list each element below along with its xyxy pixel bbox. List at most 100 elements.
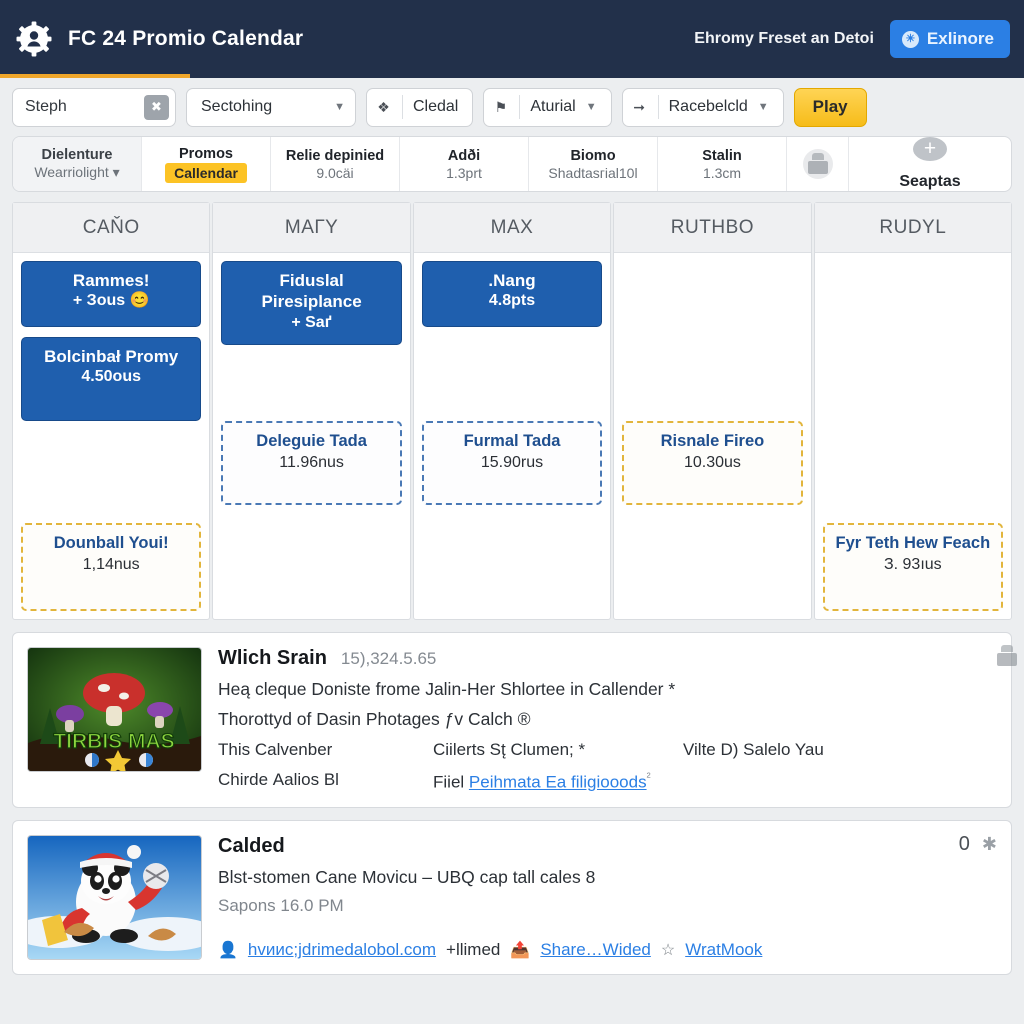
- calendar-column-header: MAX: [413, 203, 611, 253]
- divider: [402, 95, 403, 119]
- plus-icon: +: [913, 137, 947, 161]
- explore-button-label: Exlinore: [926, 29, 994, 48]
- calendar-event[interactable]: Furmal Tada 15.90rus: [421, 421, 603, 505]
- search-input[interactable]: Steph ✖: [12, 87, 176, 127]
- stat-title: Promos: [179, 145, 233, 162]
- source-link[interactable]: hvииc;jdrimedalobol.com: [248, 940, 436, 960]
- calendar-event[interactable]: Fyr Teth Нew Feach З. 93ıus: [822, 523, 1004, 611]
- event-value: 4.8pts: [488, 292, 536, 310]
- source-link-suffix: +llimed: [446, 939, 501, 959]
- stat-sub: Wearriolight ▾: [34, 164, 120, 180]
- stat-title: Stalin: [702, 147, 742, 164]
- add-seaptas-button[interactable]: + Seaptas: [849, 137, 1011, 191]
- feed-detail-superscript: ²: [646, 770, 651, 784]
- event-name: Dounball Youi!: [53, 534, 169, 552]
- explore-button[interactable]: ☀ Exlinore: [889, 20, 1010, 58]
- stat-item-biomo[interactable]: Biomo Shadtasгial10l: [529, 137, 658, 191]
- event-name: Deleguie Tada: [256, 432, 367, 450]
- feed-card-body: Wlich Srain 15),324.5.65 Heą cleque Doni…: [218, 647, 997, 793]
- sort-select[interactable]: Sectohing ▼: [186, 87, 356, 127]
- calendar-column: RUDYL Fyr Teth Нew Feach З. 93ıus: [813, 202, 1013, 620]
- filter-button-label: Cledal: [413, 98, 459, 115]
- event-value: + Зous 😊: [72, 292, 150, 310]
- printer-icon: [802, 149, 833, 179]
- feed-card-detail-row-1: This Calvenber Ciilerts St̨ Clumen; * Vi…: [218, 740, 997, 760]
- stat-sub: 9.0cäi: [316, 164, 354, 181]
- feed-detail-prefix: Fiiel: [433, 772, 469, 792]
- stat-sub: 1.3prt: [446, 164, 482, 181]
- stat-title: Dielenture: [41, 147, 113, 163]
- search-input-value: Steph: [25, 98, 67, 115]
- event-value: З. 93ıus: [883, 555, 942, 573]
- feed-detail-cell: Chirde Аalios Bl: [218, 770, 339, 789]
- event-value: 15.90rus: [480, 453, 544, 471]
- gear-avatar-icon: [14, 19, 54, 59]
- calendar-column-body: Rammes! + Зous 😊 Bolcinbał Promy 4.50ous…: [13, 253, 209, 619]
- calendar-column: MAX .Nang 4.8pts Furmal Tada 15.90rus: [412, 202, 612, 620]
- chevron-down-icon: ▼: [757, 101, 769, 113]
- calendar-column-body: .Nang 4.8pts Furmal Tada 15.90rus: [414, 253, 610, 619]
- feed-detail-cell: This Calvenber: [218, 740, 333, 759]
- share-icon: 📤: [510, 941, 531, 959]
- event-name: .Nang: [488, 271, 536, 290]
- feed-card[interactable]: TIRBIS MAS Wlich Srain 15),324.5.65 Heą …: [12, 632, 1012, 808]
- header-left-group: FC 24 Promio Calendar: [14, 19, 303, 59]
- asterisk-icon[interactable]: ✱: [982, 834, 997, 855]
- calendar-column: RUTHBO Risnale Fireo 10.30us: [613, 202, 812, 620]
- stat-sub: 1.3cm: [702, 164, 742, 181]
- feed-card-title-row: Wlich Srain 15),324.5.65: [218, 647, 997, 670]
- app-header: FC 24 Promio Calendar Ehromy Freset an D…: [0, 0, 1024, 78]
- event-name: Fiduslal Piresiplance: [261, 271, 362, 312]
- trophy-select[interactable]: ⚑ Aturial ▼: [483, 87, 612, 127]
- feed-detail-cell: Ciilerts St̨ Clumen; *: [433, 740, 586, 759]
- calendar-event[interactable]: Rammes! + Зous 😊: [21, 261, 202, 327]
- calendar-event[interactable]: Risnale Fireo 10.30us: [622, 421, 803, 505]
- santa-panda-thumbnail: [27, 834, 202, 960]
- race-select[interactable]: ➞ Racebelcld ▼: [621, 87, 784, 127]
- stat-item-stalin[interactable]: Stalin 1.3cm: [658, 137, 787, 191]
- event-name: Rammes!: [72, 271, 150, 290]
- feed-card-corner-actions: 0 ✱: [959, 833, 997, 856]
- calendar-column-header: RUTHBO: [614, 203, 811, 253]
- promo-calendar: CAŇO Rammes! + Зous 😊 Bolcinbał Promy 4.…: [12, 202, 1013, 620]
- race-select-value: Racebelcld: [668, 98, 748, 115]
- chevron-down-icon: ▼: [334, 101, 345, 113]
- header-accent-underline: [0, 74, 190, 78]
- calendar-column-header: RUDYL: [814, 203, 1012, 253]
- stat-item-relie[interactable]: Relie depinied 9.0cäi: [271, 137, 400, 191]
- feed-card-line-1: Blst-stomen Cane Movicu – UBQ cap tall c…: [218, 866, 596, 887]
- feed-detail-cell-link-wrap: Fiiel Peihmata Ea filigiooods²: [433, 770, 683, 793]
- calendar-event[interactable]: Fiduslal Piresiplance + Saґ: [221, 261, 402, 345]
- chevron-down-icon: ▼: [585, 101, 597, 113]
- feed-card-links: 👤 hvииc;jdrimedalobol.com +llimed 📤 Shar…: [218, 940, 997, 960]
- calendar-event[interactable]: Bolcinbał Promy 4.50ous: [21, 337, 202, 421]
- feed-detail-cell: Vilte D) Salelo Yau: [683, 740, 824, 759]
- svg-text:TIRBIS MAS: TIRBIS MAS: [53, 730, 174, 753]
- event-value: 1,14nus: [82, 555, 140, 573]
- clear-x-icon[interactable]: ✖: [144, 94, 169, 120]
- calendar-column-body: Risnale Fireo 10.30us: [614, 253, 810, 619]
- stat-item-dielenture[interactable]: Dielenture Wearriolight ▾: [13, 137, 142, 191]
- stat-item-adoi[interactable]: Adði 1.3prt: [400, 137, 529, 191]
- event-value: 10.30us: [683, 453, 741, 471]
- add-seaptas-label: Seaptas: [899, 173, 961, 190]
- filter-button[interactable]: ❖ Cledal: [366, 87, 474, 127]
- stat-title: Biomo: [570, 147, 616, 164]
- feed-detail-link[interactable]: Peihmata Ea filigiooods: [469, 773, 647, 792]
- feed-card-corner-number: 0: [958, 832, 970, 855]
- calendar-event[interactable]: Dounball Youi! 1,14nus: [21, 523, 202, 611]
- stat-sub: Shadtasгial10l: [548, 164, 638, 181]
- share-link[interactable]: Share…Wided: [540, 940, 651, 960]
- calendar-event[interactable]: .Nang 4.8pts: [421, 261, 603, 327]
- feed-card[interactable]: Calded Blst-stomen Cane Movicu – UBQ cap…: [12, 819, 1012, 975]
- stat-item-promos[interactable]: Promos Callendar: [142, 137, 271, 191]
- calendar-column-header: CAŇO: [13, 203, 210, 253]
- calendar-event[interactable]: Deleguie Tada 11.96nus: [221, 421, 402, 505]
- sort-select-value: Sectohing: [201, 98, 273, 115]
- page-title: FC 24 Promio Calendar: [68, 27, 304, 50]
- feed-card-body: Calded Blst-stomen Cane Movicu – UBQ cap…: [218, 835, 997, 960]
- stat-printer-button[interactable]: [787, 137, 849, 191]
- play-button[interactable]: Play: [793, 87, 867, 127]
- watch-link[interactable]: WratMook: [685, 940, 762, 960]
- feed-card-line-1: Heą cleque Doniste frome Jalin-Her Shlor…: [218, 679, 676, 699]
